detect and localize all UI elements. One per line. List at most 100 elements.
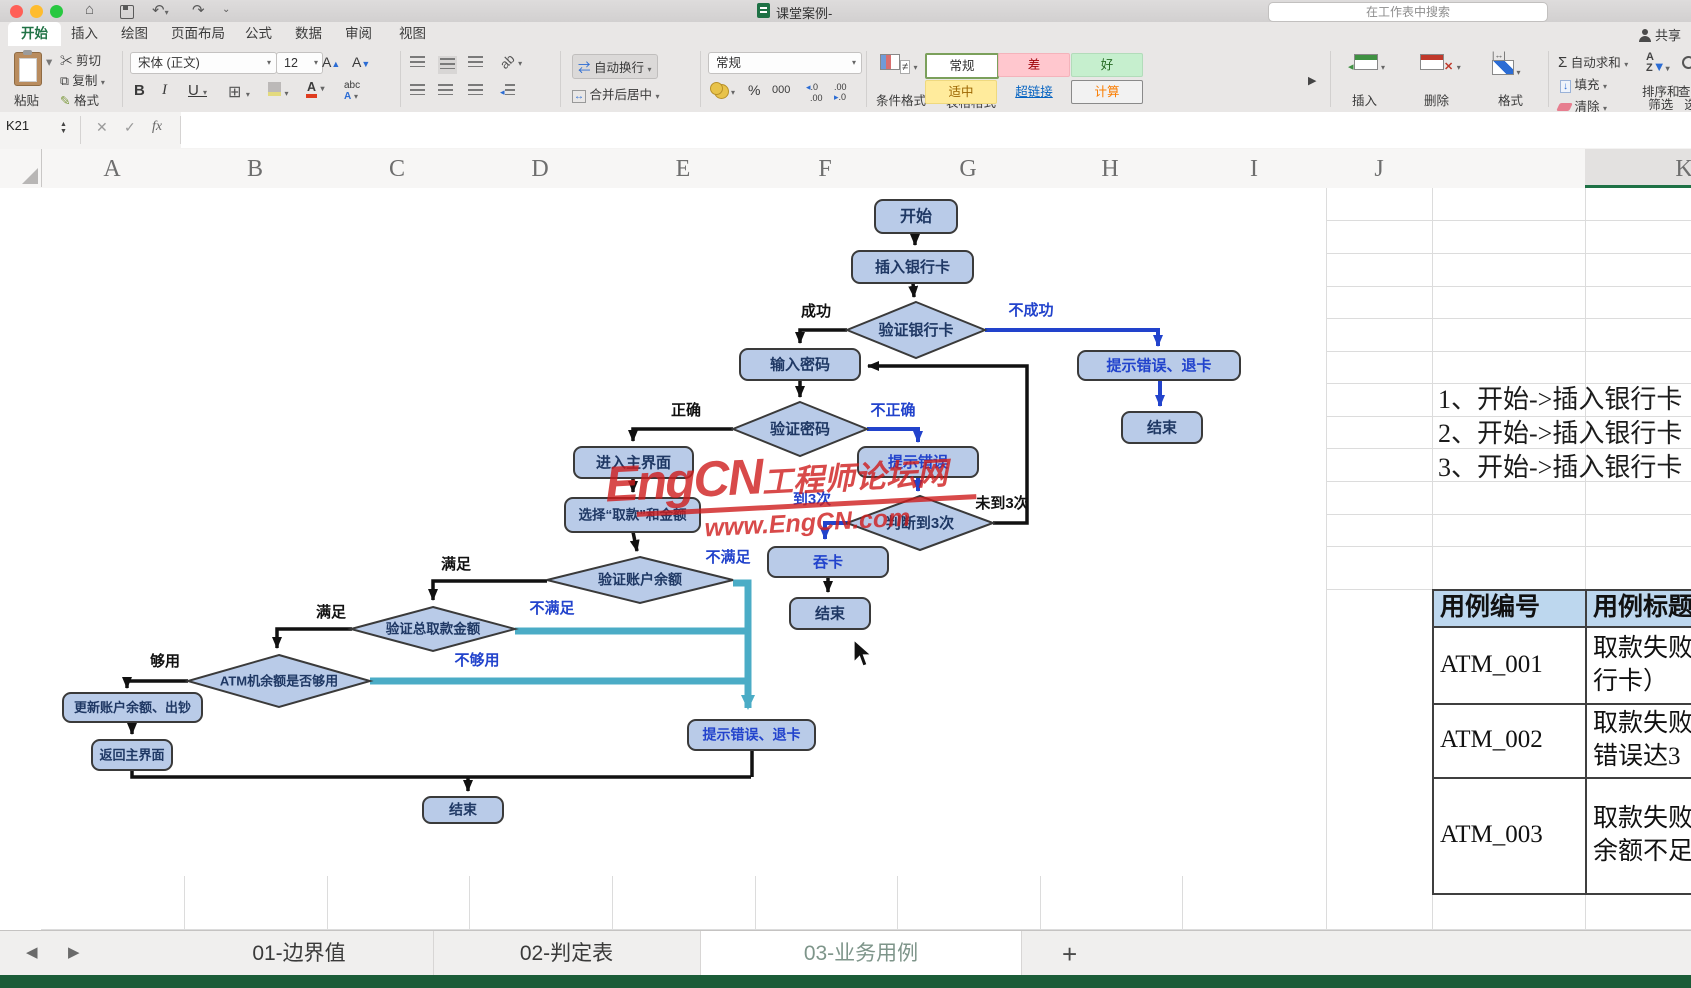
currency-icon[interactable]: ▾ (710, 82, 735, 98)
font-color-icon[interactable]: A ▾ (306, 80, 325, 94)
fx-icon[interactable]: fx (152, 119, 162, 135)
ribbon: 粘贴 ▾ ✂ 剪切 ⧉ 复制 ▾ ✎ 格式 宋体 (正文)▾ 12▾ A▲ A▼… (0, 46, 1691, 113)
merge-center-button[interactable]: ↔ 合并后居中 ▾ (572, 84, 660, 103)
align-middle-icon[interactable] (438, 56, 457, 74)
format-cells-button[interactable]: 格式 (1498, 90, 1523, 109)
add-sheet-button[interactable]: + (1062, 939, 1077, 970)
autosum-button[interactable]: Σ 自动求和 ▾ (1558, 52, 1628, 71)
search-input[interactable]: 在工作表中搜索 (1268, 2, 1548, 22)
prev-sheet-icon[interactable]: ◀ (26, 943, 38, 961)
paste-icon[interactable] (14, 52, 42, 86)
cell-style-超链接[interactable]: 超链接 (998, 80, 1070, 104)
ribbon-tab-2[interactable]: 插入 (58, 22, 111, 46)
column-headers[interactable]: A B C D E F G H I J K (0, 149, 1691, 189)
cancel-icon[interactable]: ✕ (96, 119, 108, 136)
italic-button[interactable]: I (162, 82, 167, 99)
fill-button[interactable]: ↓ 填充 ▾ (1560, 74, 1607, 93)
zoom-window-button[interactable] (50, 5, 63, 18)
ribbon-tab-4[interactable]: 页面布局 (158, 22, 238, 46)
decrease-decimal-icon[interactable]: .00▸.0 (834, 82, 847, 103)
share-button[interactable]: 共享 (1638, 25, 1681, 44)
fill-color-icon[interactable]: ▾ (268, 82, 289, 99)
sheet-tab-3[interactable]: 03-业务用例 (700, 931, 1022, 976)
column-header-H[interactable]: H (1101, 156, 1118, 183)
next-sheet-icon[interactable]: ▶ (68, 943, 80, 961)
align-left-icon[interactable] (410, 84, 425, 98)
column-header-F[interactable]: F (818, 156, 831, 183)
find-select-icon[interactable] (1682, 56, 1691, 73)
column-header-A[interactable]: A (103, 156, 120, 183)
cell-style-好[interactable]: 好 (1071, 53, 1143, 77)
close-window-button[interactable] (10, 5, 23, 18)
save-icon[interactable] (120, 5, 134, 19)
find-select-button[interactable]: 查找和选择 (1678, 86, 1691, 112)
insert-cells-icon[interactable]: ◂ ▾ (1348, 54, 1385, 73)
decrease-font-icon[interactable]: A▼ (352, 54, 370, 70)
column-header-I[interactable]: I (1250, 156, 1258, 183)
copy-button[interactable]: ⧉ 复制 ▾ (60, 70, 105, 89)
font-name-select[interactable]: 宋体 (正文)▾ (130, 52, 277, 74)
cut-button[interactable]: ✂ 剪切 (60, 50, 101, 69)
align-top-icon[interactable] (410, 56, 425, 70)
name-box-stepper[interactable]: ▲▼ (60, 121, 67, 135)
sort-filter-icon[interactable]: AZ▼▾ (1646, 52, 1670, 74)
enter-icon[interactable]: ✓ (124, 119, 136, 136)
ribbon-tab-8[interactable]: 视图 (386, 22, 439, 46)
bold-button[interactable]: B (134, 82, 145, 99)
number-format-select[interactable]: 常规▾ (708, 52, 862, 74)
sheet-tab-2[interactable]: 02-判定表 (433, 931, 701, 976)
cell-style-计算[interactable]: 计算 (1071, 80, 1143, 104)
ribbon-tab-6[interactable]: 数据 (282, 22, 335, 46)
ribbon-tab-7[interactable]: 审阅 (332, 22, 385, 46)
font-size-select[interactable]: 12▾ (276, 52, 323, 74)
comma-icon[interactable]: 000 (772, 84, 790, 96)
borders-icon[interactable]: ⊞ ▾ (228, 82, 250, 102)
column-header-B[interactable]: B (247, 156, 263, 183)
orientation-icon[interactable]: ab ▾ (500, 54, 522, 69)
ribbon-tab-5[interactable]: 公式 (232, 22, 285, 46)
insert-cells-button[interactable]: 插入 (1352, 90, 1377, 109)
title-bar: ⌂ ↶▾ ↷ ⌄ 课堂案例- 在工作表中搜索 (0, 0, 1691, 23)
column-header-D[interactable]: D (531, 156, 548, 183)
minimize-window-button[interactable] (30, 5, 43, 18)
home-icon[interactable]: ⌂ (85, 1, 94, 18)
styles-more-button[interactable]: ▶ (1308, 74, 1316, 87)
align-center-icon[interactable] (438, 84, 453, 98)
underline-button[interactable]: U ▾ (188, 82, 207, 99)
sort-filter-button[interactable]: 排序和筛选 (1642, 86, 1680, 112)
paste-button[interactable]: 粘贴 (14, 90, 39, 109)
ribbon-tab-1[interactable]: 开始 (8, 22, 61, 46)
increase-decimal-icon[interactable]: ◂.0.00 (806, 82, 823, 103)
format-cells-icon[interactable]: |↔| ▾ (1492, 50, 1521, 77)
name-box[interactable]: K21 (6, 118, 29, 133)
delete-cells-button[interactable]: 删除 (1424, 90, 1449, 109)
note-line-1: 1、开始->插入银行卡 (1438, 379, 1682, 416)
sheet-tab-1[interactable]: 01-边界值 (165, 931, 434, 976)
undo-icon[interactable]: ↶▾ (152, 1, 169, 19)
cell-style-适中[interactable]: 适中 (925, 80, 997, 104)
align-bottom-icon[interactable] (468, 56, 483, 70)
status-strip (0, 975, 1691, 988)
delete-cells-icon[interactable]: ✕ ▾ (1420, 54, 1461, 73)
cell-style-常规[interactable]: 常规 (925, 53, 999, 79)
cell-style-差[interactable]: 差 (998, 53, 1070, 77)
align-right-icon[interactable] (468, 84, 483, 98)
percent-icon[interactable]: % (748, 82, 760, 98)
column-header-C[interactable]: C (389, 156, 405, 183)
column-header-K[interactable]: K (1675, 156, 1691, 183)
conditional-format-icon[interactable]: ≠ ▾ (880, 54, 918, 73)
wrap-text-button[interactable]: ⇄ 自动换行 ▾ (572, 54, 658, 79)
ribbon-tab-3[interactable]: 绘图 (108, 22, 161, 46)
redo-icon[interactable]: ↷ (192, 1, 205, 19)
clear-format-icon[interactable]: abcA ▾ (344, 80, 360, 102)
indent-icon[interactable]: ◂ (500, 84, 515, 98)
column-header-E[interactable]: E (676, 156, 691, 183)
formula-input[interactable] (181, 112, 1691, 148)
format-painter-button[interactable]: ✎ 格式 (60, 90, 99, 109)
select-all-corner[interactable] (0, 149, 42, 187)
conditional-format-button[interactable]: 条件格式 (876, 90, 926, 109)
toolbar-options-icon[interactable]: ⌄ (222, 4, 230, 15)
column-header-J[interactable]: J (1374, 156, 1383, 183)
increase-font-icon[interactable]: A▲ (322, 54, 340, 70)
column-header-G[interactable]: G (959, 156, 976, 183)
